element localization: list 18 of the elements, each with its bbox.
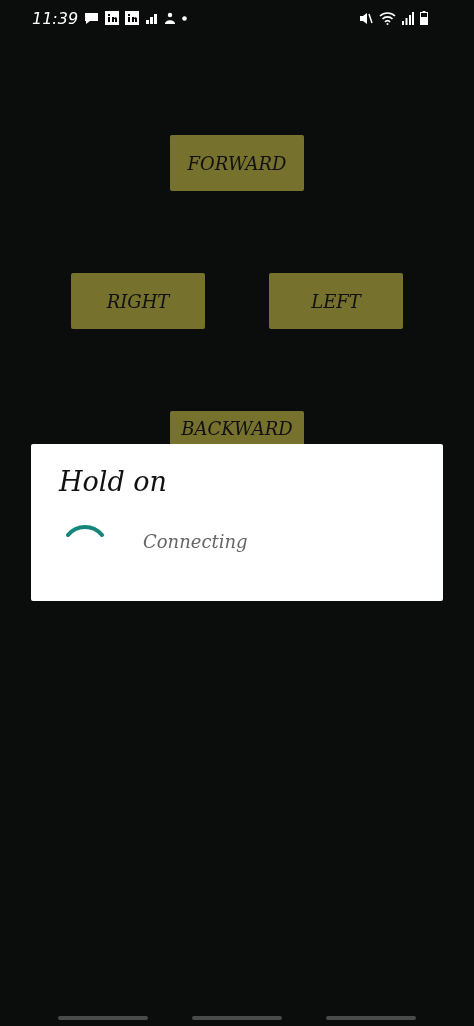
figure-icon bbox=[164, 11, 177, 25]
signal-icon bbox=[402, 11, 414, 25]
wifi-icon bbox=[379, 11, 396, 25]
mute-icon bbox=[359, 11, 373, 25]
square-app-icon bbox=[105, 11, 120, 25]
spinner-icon bbox=[65, 523, 105, 537]
status-time: 11:39 bbox=[32, 8, 79, 28]
forward-button[interactable]: FORWARD bbox=[170, 135, 304, 191]
square-app-icon bbox=[125, 11, 140, 25]
dialog-title: Hold on bbox=[59, 466, 168, 497]
left-button[interactable]: LEFT bbox=[269, 273, 403, 329]
nav-handle[interactable] bbox=[58, 1016, 148, 1020]
dot-icon bbox=[182, 15, 188, 21]
battery-icon bbox=[420, 11, 428, 25]
nav-handle[interactable] bbox=[326, 1016, 416, 1020]
dialog-message: Connecting bbox=[143, 531, 248, 552]
right-button[interactable]: RIGHT bbox=[71, 273, 205, 329]
nav-handle[interactable] bbox=[192, 1016, 282, 1020]
